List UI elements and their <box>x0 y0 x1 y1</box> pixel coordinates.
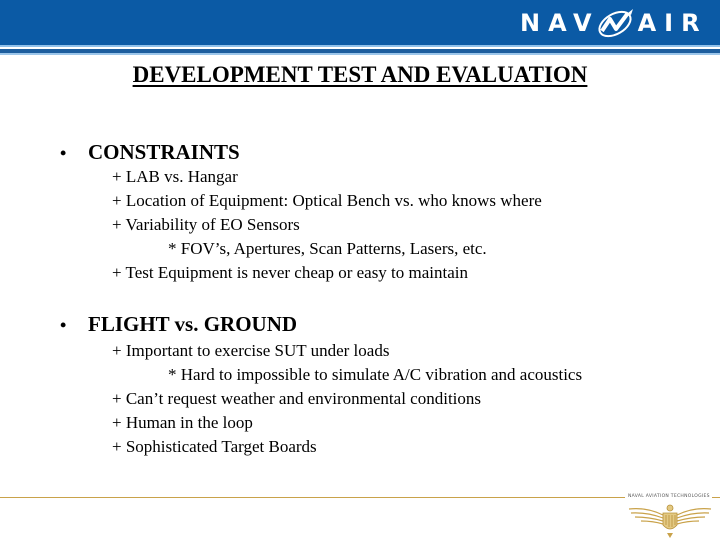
section-heading: • CONSTRAINTS <box>60 140 240 165</box>
bullet-icon: • <box>60 143 67 163</box>
slide-title: DEVELOPMENT TEST AND EVALUATION <box>132 62 588 87</box>
list-item: + Variability of EO Sensors <box>112 215 300 234</box>
nested-list-item: * FOV’s, Apertures, Scan Patterns, Laser… <box>168 239 487 258</box>
list-item: + Sophisticated Target Boards <box>112 437 317 456</box>
header-divider <box>0 45 720 47</box>
naval-aviator-wings-icon <box>628 504 712 538</box>
navair-logo: NAV AIR <box>520 8 708 38</box>
section-heading-text: CONSTRAINTS <box>88 140 240 164</box>
footer-divider <box>0 497 625 498</box>
footer-tagline: NAVAL AVIATION TECHNOLOGIES <box>628 494 710 499</box>
header-divider <box>0 53 720 55</box>
list-item: + Location of Equipment: Optical Bench v… <box>112 191 542 210</box>
bullet-icon: • <box>60 315 67 335</box>
section-heading-text: FLIGHT vs. GROUND <box>88 312 298 336</box>
logo-text-right: AIR <box>637 9 708 37</box>
footer-divider <box>712 497 720 498</box>
list-item: + Human in the loop <box>112 413 253 432</box>
list-item: + Test Equipment is never cheap or easy … <box>112 263 469 282</box>
section-heading: • FLIGHT vs. GROUND <box>60 312 297 337</box>
nested-list-item: * Hard to impossible to simulate A/C vib… <box>168 365 583 384</box>
list-item: + LAB vs. Hangar <box>112 167 238 186</box>
list-item: + Important to exercise SUT under loads <box>112 341 390 360</box>
list-item: + Can’t request weather and environmenta… <box>112 389 482 408</box>
navair-swoosh-icon <box>598 9 633 38</box>
logo-text-left: NAV <box>520 9 600 37</box>
